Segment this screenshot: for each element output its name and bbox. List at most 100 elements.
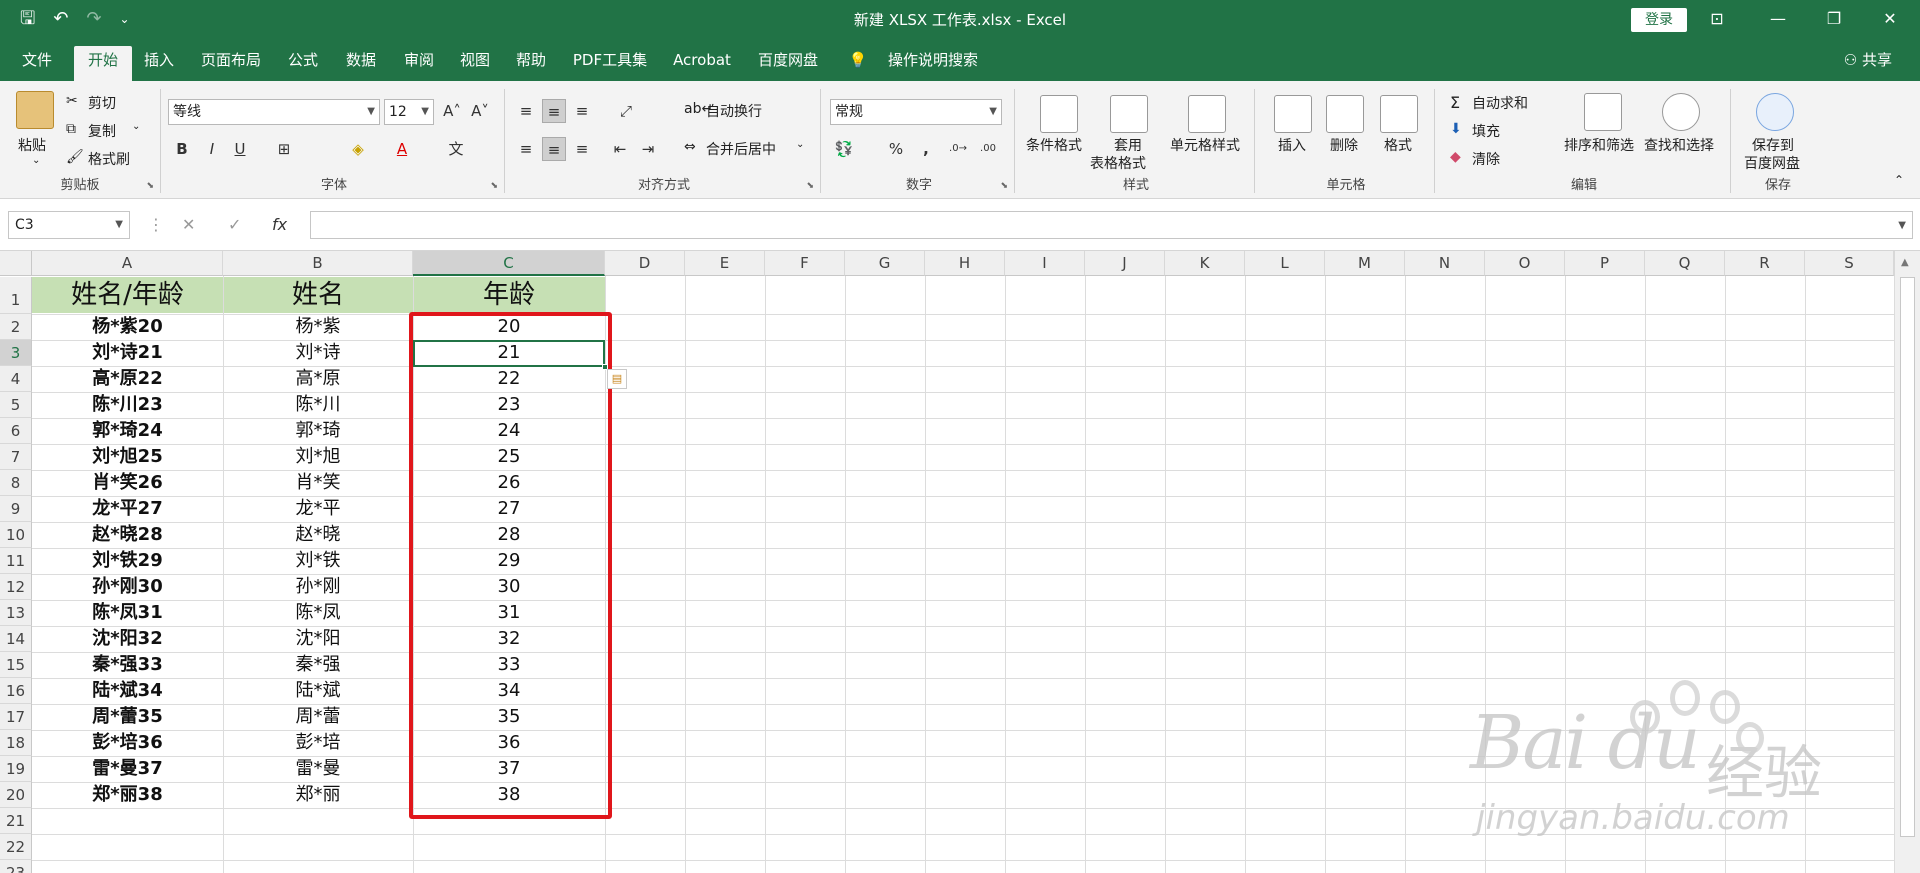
cell-b[interactable]: 陈*川 — [223, 392, 413, 418]
row-header-5[interactable]: 5 — [0, 392, 32, 418]
italic-button[interactable]: I — [200, 137, 224, 161]
find-select-icon[interactable] — [1662, 93, 1700, 131]
cell-a[interactable]: 赵*晓28 — [32, 522, 223, 548]
col-header-P[interactable]: P — [1565, 251, 1645, 276]
bold-button[interactable]: B — [170, 137, 194, 161]
row-header-22[interactable]: 22 — [0, 834, 32, 860]
format-table-icon[interactable] — [1110, 95, 1148, 133]
align-center-icon[interactable]: ≡ — [542, 137, 566, 161]
font-launcher-icon[interactable]: ⬊ — [490, 181, 498, 191]
font-name-combo[interactable]: 等线 ▼ — [168, 99, 380, 125]
align-top-icon[interactable]: ≡ — [514, 99, 538, 123]
row-header-9[interactable]: 9 — [0, 496, 32, 522]
save-icon[interactable]: 🖫 — [20, 6, 35, 32]
header-cell-c[interactable]: 年龄 — [413, 277, 605, 314]
login-button[interactable]: 登录 — [1631, 8, 1687, 32]
customize-qat-icon[interactable]: ⌄ — [120, 6, 130, 32]
row-header-23[interactable]: 23 — [0, 860, 32, 873]
col-header-J[interactable]: J — [1085, 251, 1165, 276]
tell-me-search[interactable]: 操作说明搜索 — [878, 46, 988, 81]
font-size-combo[interactable]: 12 ▼ — [384, 99, 434, 125]
row-header-6[interactable]: 6 — [0, 418, 32, 444]
cell-a[interactable]: 秦*强33 — [32, 652, 223, 678]
fill-color-icon[interactable]: ◈ — [346, 137, 370, 161]
copy-dropdown-icon[interactable]: ⌄ — [132, 121, 140, 132]
row-header-10[interactable]: 10 — [0, 522, 32, 548]
undo-icon[interactable]: ↶ — [53, 6, 68, 32]
row-header-19[interactable]: 19 — [0, 756, 32, 782]
tab-help[interactable]: 帮助 — [508, 46, 554, 81]
cell-b[interactable]: 彭*培 — [223, 730, 413, 756]
increase-font-icon[interactable]: A˄ — [440, 99, 464, 123]
row-header-1[interactable]: 1 — [0, 277, 32, 314]
underline-button[interactable]: U — [228, 137, 252, 161]
autosum-button[interactable]: 自动求和 — [1472, 93, 1528, 113]
tab-page-layout[interactable]: 页面布局 — [196, 46, 266, 81]
decrease-decimal-icon[interactable]: .00 — [976, 137, 1000, 161]
col-header-N[interactable]: N — [1405, 251, 1485, 276]
col-header-S[interactable]: S — [1805, 251, 1894, 276]
align-right-icon[interactable]: ≡ — [570, 137, 594, 161]
row-header-2[interactable]: 2 — [0, 314, 32, 340]
header-cell-a[interactable]: 姓名/年龄 — [32, 277, 223, 314]
font-color-icon[interactable]: A — [390, 137, 414, 161]
decrease-font-icon[interactable]: A˅ — [468, 99, 492, 123]
cell-b[interactable]: 龙*平 — [223, 496, 413, 522]
col-header-L[interactable]: L — [1245, 251, 1325, 276]
cell-b[interactable]: 郭*琦 — [223, 418, 413, 444]
col-header-Q[interactable]: Q — [1645, 251, 1725, 276]
insert-function-button[interactable]: fx — [272, 211, 287, 239]
row-header-11[interactable]: 11 — [0, 548, 32, 574]
tab-view[interactable]: 视图 — [452, 46, 498, 81]
cancel-icon[interactable]: ✕ — [182, 211, 195, 239]
cell-a[interactable]: 陈*川23 — [32, 392, 223, 418]
name-box[interactable]: C3 ▼ — [8, 211, 130, 239]
align-left-icon[interactable]: ≡ — [514, 137, 538, 161]
align-bottom-icon[interactable]: ≡ — [570, 99, 594, 123]
comma-button[interactable]: , — [914, 137, 938, 161]
row-header-17[interactable]: 17 — [0, 704, 32, 730]
cell-b[interactable]: 刘*诗 — [223, 340, 413, 366]
sort-filter-button[interactable]: 排序和筛选 — [1564, 135, 1634, 155]
cell-b[interactable]: 杨*紫 — [223, 314, 413, 340]
cell-a[interactable]: 陆*斌34 — [32, 678, 223, 704]
format-cells-button[interactable]: 格式 — [1384, 135, 1412, 155]
paste-dropdown-icon[interactable]: ⌄ — [32, 155, 40, 166]
row-header-16[interactable]: 16 — [0, 678, 32, 704]
scroll-thumb[interactable] — [1900, 277, 1915, 837]
paste-button[interactable]: 粘贴 — [18, 135, 46, 155]
tab-home[interactable]: 开始 — [74, 46, 132, 81]
cell-a[interactable]: 肖*笑26 — [32, 470, 223, 496]
orientation-icon[interactable]: ⤢ — [614, 99, 638, 123]
col-header-K[interactable]: K — [1165, 251, 1245, 276]
cell-b[interactable]: 刘*旭 — [223, 444, 413, 470]
cell-a[interactable]: 周*蕾35 — [32, 704, 223, 730]
insert-cells-button[interactable]: 插入 — [1278, 135, 1306, 155]
cell-b[interactable]: 陆*斌 — [223, 678, 413, 704]
row-header-20[interactable]: 20 — [0, 782, 32, 808]
currency-icon[interactable]: 💱 — [832, 137, 856, 161]
increase-indent-icon[interactable]: ⇥ — [636, 137, 660, 161]
baidu-cloud-icon[interactable] — [1756, 93, 1794, 131]
percent-button[interactable]: % — [884, 137, 908, 161]
cell-a[interactable]: 刘*诗21 — [32, 340, 223, 366]
col-header-F[interactable]: F — [765, 251, 845, 276]
col-header-C[interactable]: C — [413, 251, 605, 276]
close-button[interactable]: ✕ — [1870, 4, 1910, 34]
delete-cells-button[interactable]: 删除 — [1330, 135, 1358, 155]
minimize-button[interactable]: — — [1758, 4, 1798, 34]
format-cells-icon[interactable] — [1380, 95, 1418, 133]
tab-review[interactable]: 审阅 — [396, 46, 442, 81]
wrap-text-button[interactable]: 自动换行 — [706, 101, 762, 121]
insert-cells-icon[interactable] — [1274, 95, 1312, 133]
cell-b[interactable]: 赵*晓 — [223, 522, 413, 548]
col-header-R[interactable]: R — [1725, 251, 1805, 276]
row-header-14[interactable]: 14 — [0, 626, 32, 652]
merge-dropdown-icon[interactable]: ⌄ — [796, 139, 804, 150]
col-header-I[interactable]: I — [1005, 251, 1085, 276]
number-format-combo[interactable]: 常规 ▼ — [830, 99, 1002, 125]
sort-filter-icon[interactable] — [1584, 93, 1622, 131]
ribbon-display-icon[interactable]: ⊡ — [1697, 4, 1737, 34]
cell-a[interactable]: 孙*刚30 — [32, 574, 223, 600]
formula-input[interactable]: ▼ — [310, 211, 1913, 239]
